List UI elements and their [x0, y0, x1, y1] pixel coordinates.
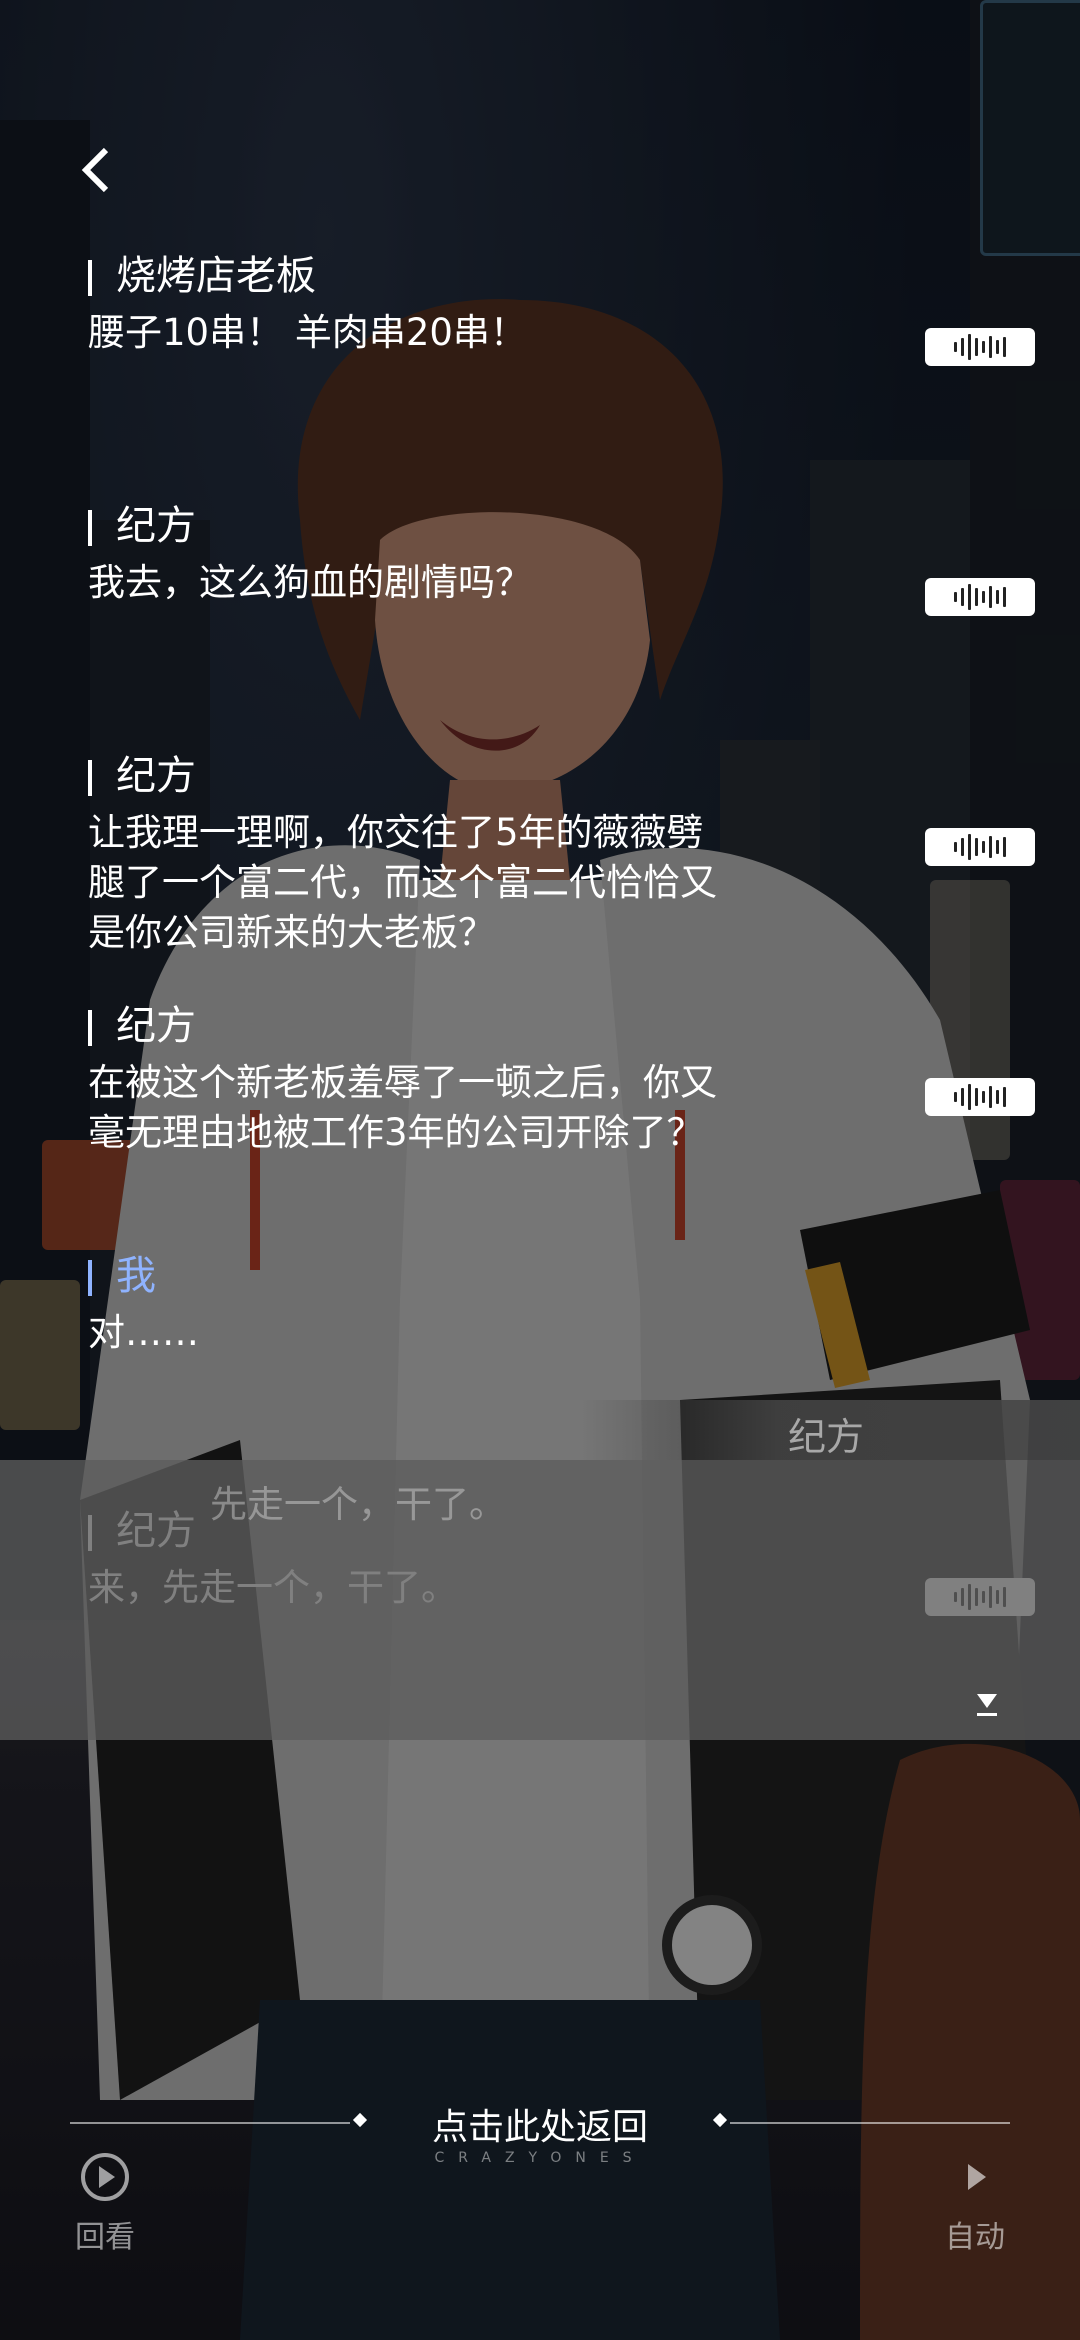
log-speaker-name: 烧烤店老板: [88, 250, 1008, 302]
log-speaker-name: 纪方: [88, 750, 1008, 802]
log-speaker-name: 纪方: [88, 1000, 1008, 1052]
log-entry: 纪方我去，这么狗血的剧情吗？: [88, 500, 1008, 608]
dialog-name-bar: 纪方: [580, 1400, 1080, 1460]
replay-button[interactable]: 回看: [45, 2150, 165, 2256]
log-text: 在被这个新老板羞辱了一顿之后，你又 毫无理由地被工作3年的公司开除了？: [88, 1061, 717, 1154]
replay-label: 回看: [75, 2220, 135, 2255]
back-chevron-icon[interactable]: [78, 145, 118, 195]
dialog-box[interactable]: [0, 1460, 1080, 1740]
dialog-speaker-name: 纪方: [788, 1415, 865, 1459]
voice-replay-icon[interactable]: [925, 578, 1035, 616]
voice-replay-icon[interactable]: [925, 828, 1035, 866]
replay-icon: [81, 2153, 129, 2201]
log-text: 对……: [88, 1311, 199, 1354]
log-entry: 纪方让我理一理啊，你交往了5年的薇薇劈 腿了一个富二代，而这个富二代恰恰又 是你…: [88, 750, 1008, 958]
log-speaker-name: 我: [88, 1250, 1008, 1302]
auto-button[interactable]: 自动: [915, 2150, 1035, 2256]
voice-replay-icon[interactable]: [925, 328, 1035, 366]
log-entry: 纪方在被这个新老板羞辱了一顿之后，你又 毫无理由地被工作3年的公司开除了？: [88, 1000, 1008, 1158]
dialog-background-text: 先走一个，干了。: [210, 1483, 506, 1526]
log-speaker-name: 纪方: [88, 500, 1008, 552]
log-text: 我去，这么狗血的剧情吗？: [88, 561, 532, 604]
auto-label: 自动: [945, 2220, 1005, 2255]
return-button[interactable]: 点击此处返回: [0, 2098, 1080, 2150]
log-text: 让我理一理啊，你交往了5年的薇薇劈 腿了一个富二代，而这个富二代恰恰又 是你公司…: [88, 811, 717, 954]
play-icon: [968, 2164, 986, 2190]
log-entry: 烧烤店老板腰子10串！ 羊肉串20串！: [88, 250, 1008, 358]
log-entry: 我对……: [88, 1250, 1008, 1358]
next-arrow-icon[interactable]: [975, 1688, 999, 1718]
voice-replay-icon[interactable]: [925, 1078, 1035, 1116]
log-text: 腰子10串！ 羊肉串20串！: [88, 311, 527, 354]
